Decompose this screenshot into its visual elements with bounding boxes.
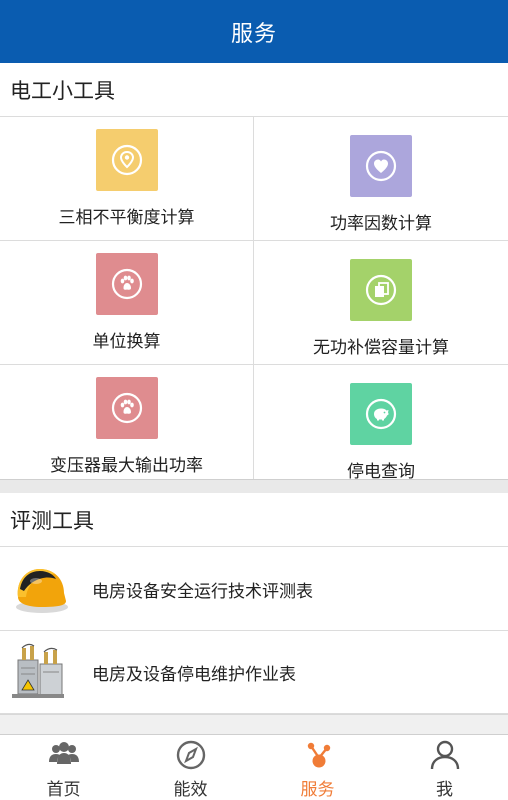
safety-helmet-icon xyxy=(12,559,70,619)
electrical-equipment-icon xyxy=(12,642,70,702)
evaluation-item-label: 电房及设备停电维护作业表 xyxy=(92,664,296,685)
person-icon xyxy=(428,740,462,770)
tab-service[interactable]: 服务 xyxy=(254,735,381,800)
section-divider xyxy=(0,479,508,493)
location-pin-icon xyxy=(96,129,158,191)
nodes-icon xyxy=(301,740,335,770)
copy-icon xyxy=(350,259,412,321)
tab-energy-efficiency[interactable]: 能效 xyxy=(127,735,254,800)
users-group-icon xyxy=(47,740,81,770)
tool-three-phase-imbalance[interactable]: 三相不平衡度计算 xyxy=(0,117,254,241)
paw-icon xyxy=(96,253,158,315)
tool-unit-conversion[interactable]: 单位换算 xyxy=(0,241,254,365)
section-title-evaluation-tools: 评测工具 xyxy=(0,493,508,547)
tool-label: 功率因数计算 xyxy=(330,214,432,234)
tool-label: 三相不平衡度计算 xyxy=(58,208,195,228)
tab-label: 首页 xyxy=(46,780,81,800)
tab-label: 我 xyxy=(436,780,453,800)
evaluation-item-outage-maintenance[interactable]: 电房及设备停电维护作业表 xyxy=(0,630,508,714)
evaluation-item-label: 电房设备安全运行技术评测表 xyxy=(92,581,313,602)
tool-label: 变压器最大输出功率 xyxy=(50,456,203,476)
tab-home[interactable]: 首页 xyxy=(0,735,127,800)
tool-label: 单位换算 xyxy=(92,332,161,352)
bottom-tab-bar: 首页 能效 服务 我 xyxy=(0,734,508,800)
page-title: 服务 xyxy=(230,21,277,47)
tab-label: 能效 xyxy=(173,780,208,800)
paw-icon xyxy=(96,377,158,439)
tool-reactive-compensation[interactable]: 无功补偿容量计算 xyxy=(254,241,508,365)
tab-label: 服务 xyxy=(300,780,335,800)
section-title-electrician-tools: 电工小工具 xyxy=(0,63,508,117)
evaluation-item-safety-assessment[interactable]: 电房设备安全运行技术评测表 xyxy=(0,547,508,631)
tool-label: 无功补偿容量计算 xyxy=(313,338,449,358)
tab-me[interactable]: 我 xyxy=(381,735,508,800)
piggy-bank-icon xyxy=(350,383,412,445)
tool-transformer-max-output[interactable]: 变压器最大输出功率 xyxy=(0,365,254,489)
tool-power-factor[interactable]: 功率因数计算 xyxy=(254,117,508,241)
section-divider xyxy=(0,714,508,734)
top-app-bar: 服务 xyxy=(0,0,508,63)
electrician-tools-grid: 三相不平衡度计算 功率因数计算 单位换算 无功补偿容量计算 变压器最大输出功率 … xyxy=(0,117,508,489)
heart-icon xyxy=(350,135,412,197)
compass-icon xyxy=(174,740,208,770)
tool-outage-query[interactable]: 停电查询 xyxy=(254,365,508,489)
